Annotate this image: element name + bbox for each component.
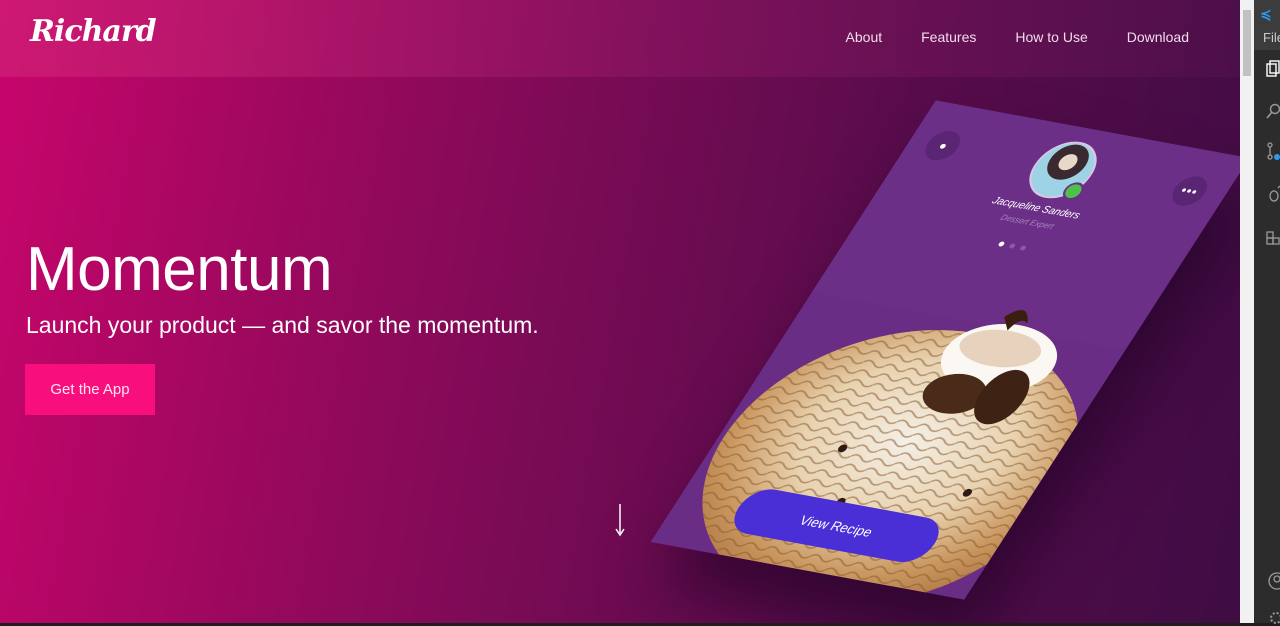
top-navbar: Richard About Features How to Use Downlo… [0, 0, 1240, 77]
settings-gear-icon[interactable] [1266, 608, 1280, 626]
search-icon[interactable] [1266, 102, 1280, 120]
brand-logo[interactable]: Richard [30, 14, 157, 49]
more-icon: ••• [1177, 182, 1202, 200]
file-menu[interactable]: File [1263, 30, 1280, 45]
scrollbar-thumb[interactable] [1243, 10, 1251, 76]
page-scrollbar[interactable] [1240, 0, 1254, 623]
phone-mockup: ••• Jacqueline Sanders Dessert Expert Vi… [650, 100, 1240, 600]
source-control-icon[interactable] [1266, 142, 1280, 160]
nav-download-link[interactable]: Download [1127, 29, 1189, 45]
star-icon [938, 142, 947, 149]
nav-links: About Features How to Use Download [846, 29, 1189, 45]
explorer-icon[interactable] [1266, 60, 1280, 78]
editor-activity-bar: ≼ File [1254, 0, 1280, 626]
phone-screen: ••• Jacqueline Sanders Dessert Expert Vi… [650, 100, 1240, 600]
extensions-icon[interactable] [1266, 228, 1280, 246]
arrow-down-icon[interactable] [612, 503, 628, 537]
editor-title-bar: ≼ File [1254, 0, 1280, 50]
nav-about-link[interactable]: About [846, 29, 883, 45]
nav-features-link[interactable]: Features [921, 29, 976, 45]
hero-title: Momentum [26, 235, 333, 304]
nav-how-to-use-link[interactable]: How to Use [1015, 29, 1087, 45]
vscode-logo-icon: ≼ [1260, 6, 1272, 22]
debug-icon[interactable] [1266, 185, 1280, 203]
pager-dot-3[interactable] [1018, 245, 1027, 251]
get-the-app-button[interactable]: Get the App [25, 364, 155, 415]
hero-subtitle: Launch your product — and savor the mome… [26, 312, 539, 338]
landing-page: Richard About Features How to Use Downlo… [0, 0, 1240, 623]
account-icon[interactable] [1266, 572, 1280, 590]
pager-dot-2[interactable] [1007, 243, 1016, 249]
pager-dot-1[interactable] [996, 241, 1005, 247]
